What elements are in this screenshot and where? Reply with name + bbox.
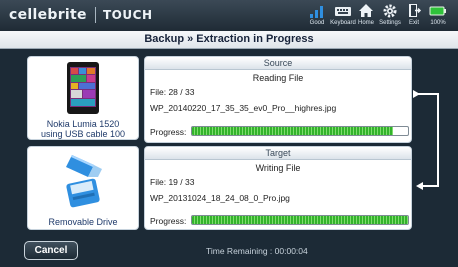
battery-icon (429, 6, 446, 16)
target-file-count: 19 / 33 (168, 177, 195, 187)
source-file-count: 28 / 33 (168, 87, 195, 97)
source-panel: Source Reading File File: 28 / 33 WP_201… (144, 56, 412, 143)
home-icon (359, 4, 373, 17)
gear-icon (383, 4, 397, 18)
source-device-connection: using USB cable 100 (40, 129, 126, 139)
battery-status: 100% (422, 2, 454, 30)
target-progress-bar (191, 215, 409, 225)
brand-logo: cellebrite (9, 7, 87, 23)
page-title: Backup » Extraction in Progress (144, 33, 314, 45)
title-bar: Backup » Extraction in Progress (0, 31, 458, 49)
source-file-name: WP_20140220_17_35_35_ev0_Pro__highres.jp… (150, 103, 337, 113)
source-device-card: Nokia Lumia 1520 using USB cable 100 (27, 56, 139, 140)
target-header: Target (145, 147, 411, 160)
target-device-name: Removable Drive (48, 217, 118, 227)
signal-bars-icon (310, 6, 323, 18)
top-bar: cellebrite TOUCH Good Keyboard Home Sett… (0, 0, 458, 31)
flow-arrow-icon (413, 90, 439, 190)
source-file-label: File: (150, 87, 167, 97)
target-file-line: File: 19 / 33 (150, 177, 194, 187)
brand-divider (95, 7, 96, 23)
source-status: Reading File (252, 73, 304, 83)
target-status: Writing File (255, 163, 301, 173)
source-progress-fill (192, 127, 393, 135)
target-file-name: WP_20131024_18_24_08_0_Pro.jpg (150, 193, 290, 203)
source-progress-label: Progress: (150, 127, 187, 137)
time-remaining: Time Remaining : 00:00:04 (206, 246, 308, 256)
target-file-label: File: (150, 177, 167, 187)
target-progress-label: Progress: (150, 216, 187, 226)
target-panel: Target Writing File File: 19 / 33 WP_201… (144, 146, 412, 230)
exit-door-icon (409, 4, 422, 17)
source-file-line: File: 28 / 33 (150, 87, 194, 97)
source-progress-bar (191, 126, 409, 136)
removable-drive-icon (66, 155, 102, 208)
cancel-button[interactable]: Cancel (24, 241, 78, 260)
phone-icon (67, 62, 99, 114)
product-name: TOUCH (103, 8, 153, 22)
source-header: Source (145, 57, 411, 70)
target-device-card: Removable Drive (27, 146, 139, 230)
battery-label: 100% (430, 20, 446, 26)
target-progress-fill (192, 216, 408, 224)
